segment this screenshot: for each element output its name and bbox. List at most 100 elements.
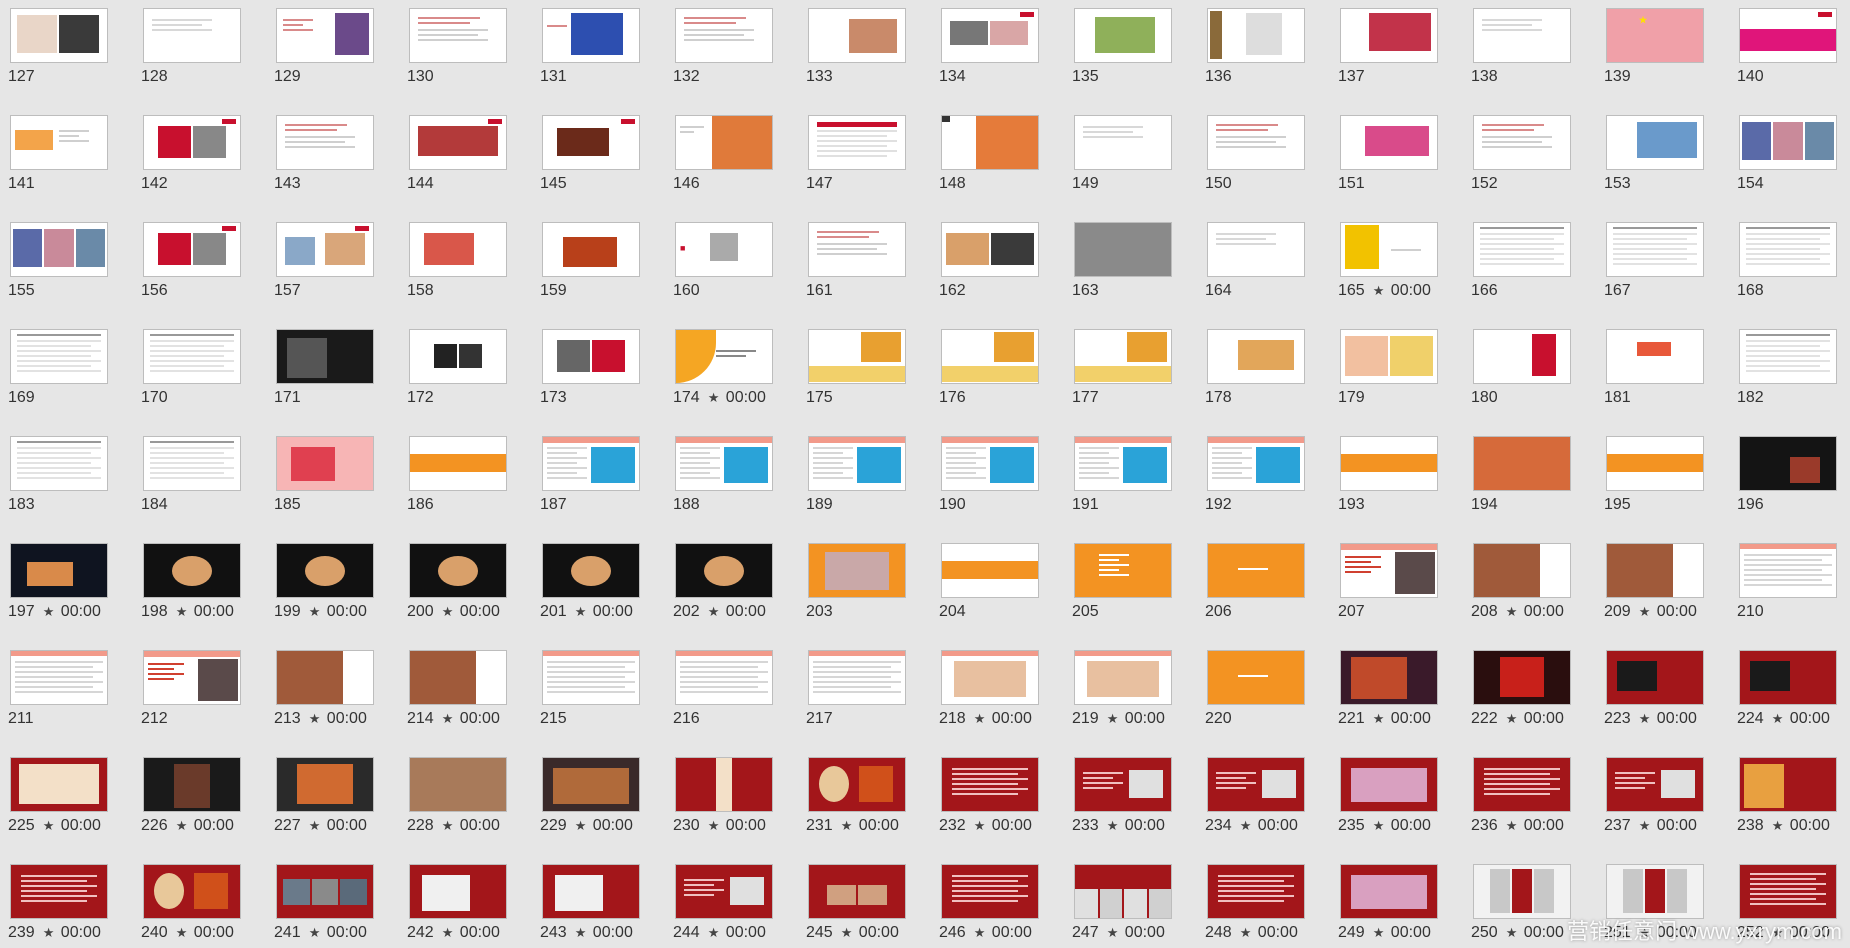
slide-preview[interactable] (276, 543, 374, 598)
slide-preview[interactable] (1606, 757, 1704, 812)
slide-preview[interactable] (675, 864, 773, 919)
slide-preview[interactable] (10, 757, 108, 812)
slide-preview[interactable] (1340, 757, 1438, 812)
slide-preview[interactable] (143, 115, 241, 170)
slide-preview[interactable] (1340, 543, 1438, 598)
slide-preview[interactable] (1606, 436, 1704, 491)
slide-preview[interactable] (276, 115, 374, 170)
slide-thumbnail-183[interactable]: 183 (8, 436, 108, 513)
slide-thumbnail-143[interactable]: 143 (274, 115, 374, 192)
slide-thumbnail-229[interactable]: 229 ★ 00:00 (540, 757, 640, 834)
slide-thumbnail-220[interactable]: 220 (1205, 650, 1305, 727)
slide-preview[interactable] (1606, 222, 1704, 277)
slide-preview[interactable] (1739, 864, 1837, 919)
slide-preview[interactable] (542, 436, 640, 491)
slide-thumbnail-225[interactable]: 225 ★ 00:00 (8, 757, 108, 834)
slide-preview[interactable] (276, 8, 374, 63)
slide-thumbnail-222[interactable]: 222 ★ 00:00 (1471, 650, 1571, 727)
slide-preview[interactable] (143, 436, 241, 491)
slide-thumbnail-246[interactable]: 246 ★ 00:00 (939, 864, 1039, 941)
slide-preview[interactable] (10, 864, 108, 919)
slide-thumbnail-215[interactable]: 215 (540, 650, 640, 727)
slide-thumbnail-128[interactable]: 128 (141, 8, 241, 85)
slide-thumbnail-237[interactable]: 237 ★ 00:00 (1604, 757, 1704, 834)
slide-preview[interactable] (1340, 222, 1438, 277)
slide-preview[interactable] (276, 329, 374, 384)
slide-preview[interactable] (1739, 115, 1837, 170)
slide-preview[interactable] (542, 115, 640, 170)
slide-thumbnail-208[interactable]: 208 ★ 00:00 (1471, 543, 1571, 620)
slide-preview[interactable] (1074, 864, 1172, 919)
slide-thumbnail-227[interactable]: 227 ★ 00:00 (274, 757, 374, 834)
slide-thumbnail-163[interactable]: 163 (1072, 222, 1172, 299)
slide-thumbnail-192[interactable]: 192 (1205, 436, 1305, 513)
slide-thumbnail-209[interactable]: 209 ★ 00:00 (1604, 543, 1704, 620)
slide-thumbnail-217[interactable]: 217 (806, 650, 906, 727)
slide-preview[interactable] (409, 115, 507, 170)
slide-thumbnail-249[interactable]: 249 ★ 00:00 (1338, 864, 1438, 941)
slide-thumbnail-196[interactable]: 196 (1737, 436, 1837, 513)
slide-thumbnail-171[interactable]: 171 (274, 329, 374, 406)
slide-preview[interactable] (10, 329, 108, 384)
slide-preview[interactable] (1074, 650, 1172, 705)
slide-thumbnail-174[interactable]: 174 ★ 00:00 (673, 329, 773, 406)
slide-thumbnail-146[interactable]: 146 (673, 115, 773, 192)
slide-thumbnail-230[interactable]: 230 ★ 00:00 (673, 757, 773, 834)
slide-thumbnail-153[interactable]: 153 (1604, 115, 1704, 192)
slide-preview[interactable] (1606, 543, 1704, 598)
slide-thumbnail-148[interactable]: 148 (939, 115, 1039, 192)
slide-thumbnail-214[interactable]: 214 ★ 00:00 (407, 650, 507, 727)
slide-thumbnail-198[interactable]: 198 ★ 00:00 (141, 543, 241, 620)
slide-thumbnail-181[interactable]: 181 (1604, 329, 1704, 406)
slide-thumbnail-197[interactable]: 197 ★ 00:00 (8, 543, 108, 620)
slide-thumbnail-231[interactable]: 231 ★ 00:00 (806, 757, 906, 834)
slide-preview[interactable] (1074, 543, 1172, 598)
slide-preview[interactable] (10, 222, 108, 277)
slide-thumbnail-228[interactable]: 228 ★ 00:00 (407, 757, 507, 834)
slide-preview[interactable]: ■ (675, 222, 773, 277)
slide-thumbnail-193[interactable]: 193 (1338, 436, 1438, 513)
slide-thumbnail-233[interactable]: 233 ★ 00:00 (1072, 757, 1172, 834)
slide-preview[interactable] (941, 543, 1039, 598)
slide-preview[interactable] (542, 222, 640, 277)
slide-preview[interactable] (808, 650, 906, 705)
slide-preview[interactable] (10, 650, 108, 705)
slide-preview[interactable] (941, 864, 1039, 919)
slide-thumbnail-131[interactable]: 131 (540, 8, 640, 85)
slide-preview[interactable] (675, 8, 773, 63)
slide-thumbnail-173[interactable]: 173 (540, 329, 640, 406)
slide-thumbnail-221[interactable]: 221 ★ 00:00 (1338, 650, 1438, 727)
slide-preview[interactable] (941, 650, 1039, 705)
slide-preview[interactable] (1473, 650, 1571, 705)
slide-preview[interactable] (143, 543, 241, 598)
slide-preview[interactable] (276, 222, 374, 277)
slide-preview[interactable] (1074, 8, 1172, 63)
slide-thumbnail-165[interactable]: 165 ★ 00:00 (1338, 222, 1438, 299)
slide-preview[interactable] (1473, 8, 1571, 63)
slide-thumbnail-139[interactable]: ★ 139 (1604, 8, 1704, 85)
slide-thumbnail-176[interactable]: 176 (939, 329, 1039, 406)
slide-thumbnail-162[interactable]: 162 (939, 222, 1039, 299)
slide-thumbnail-170[interactable]: 170 (141, 329, 241, 406)
slide-preview[interactable] (409, 222, 507, 277)
slide-preview[interactable] (10, 543, 108, 598)
slide-thumbnail-147[interactable]: 147 (806, 115, 906, 192)
slide-preview[interactable] (1074, 757, 1172, 812)
slide-preview[interactable] (1606, 329, 1704, 384)
slide-preview[interactable] (409, 757, 507, 812)
slide-thumbnail-205[interactable]: 205 (1072, 543, 1172, 620)
slide-preview[interactable] (941, 757, 1039, 812)
slide-thumbnail-138[interactable]: 138 (1471, 8, 1571, 85)
slide-preview[interactable] (409, 329, 507, 384)
slide-preview[interactable] (276, 436, 374, 491)
slide-thumbnail-149[interactable]: 149 (1072, 115, 1172, 192)
slide-preview[interactable] (1473, 864, 1571, 919)
slide-preview[interactable] (143, 757, 241, 812)
slide-thumbnail-224[interactable]: 224 ★ 00:00 (1737, 650, 1837, 727)
slide-thumbnail-212[interactable]: 212 (141, 650, 241, 727)
slide-preview[interactable] (808, 115, 906, 170)
slide-thumbnail-195[interactable]: 195 (1604, 436, 1704, 513)
slide-preview[interactable] (276, 864, 374, 919)
slide-thumbnail-185[interactable]: 185 (274, 436, 374, 513)
slide-thumbnail-245[interactable]: 245 ★ 00:00 (806, 864, 906, 941)
